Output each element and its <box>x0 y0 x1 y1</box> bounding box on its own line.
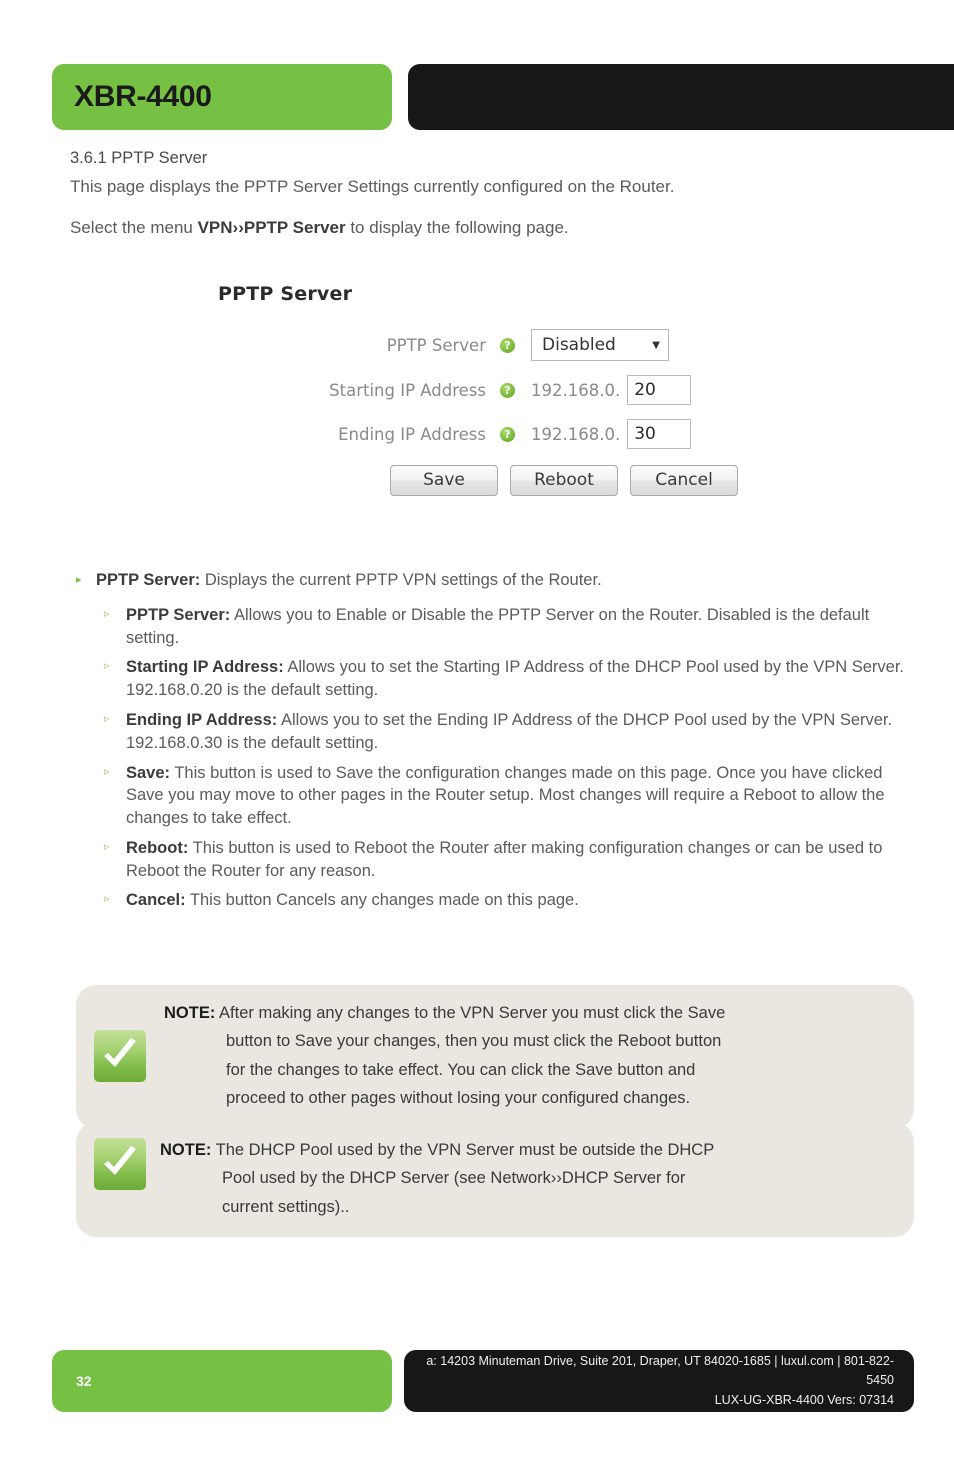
note-line-text: proceed to other pages without losing yo… <box>226 1089 691 1108</box>
description-list: ▸ PPTP Server: Displays the current PPTP… <box>76 570 921 919</box>
note-line-text: The DHCP Pool used by the VPN Server mus… <box>211 1141 715 1159</box>
note-box: NOTE: The DHCP Pool used by the VPN Serv… <box>76 1122 914 1238</box>
sub-bullet-marker-icon: ▹ <box>104 893 110 906</box>
router-panel-heading: PPTP Server <box>218 283 353 305</box>
form-row-starting-ip: Starting IP Address ? 192.168.0. 20 <box>218 375 738 405</box>
router-form-buttons: Save Reboot Cancel <box>390 465 738 496</box>
sub-bullet-marker-icon: ▹ <box>104 660 110 673</box>
list-item-description: Displays the current PPTP VPN settings o… <box>200 571 602 589</box>
starting-ip-prefix: 192.168.0. <box>531 380 621 400</box>
note-line-text: current settings).. <box>222 1197 350 1216</box>
list-item-description: This button is used to Reboot the Router… <box>126 838 883 880</box>
note-line-text: for the changes to take effect. You can … <box>226 1060 696 1079</box>
list-item-text: Ending IP Address: Allows you to set the… <box>126 709 921 755</box>
field-label-pptp-server: PPTP Server <box>386 335 486 355</box>
list-item-text: PPTP Server: Displays the current PPTP V… <box>96 570 921 592</box>
list-item-term: Reboot: <box>126 838 189 857</box>
list-item-term: Ending IP Address: <box>126 711 278 729</box>
intro-section: 3.6.1 PPTP Server This page displays the… <box>70 148 900 258</box>
list-item: ▹ Ending IP Address: Allows you to set t… <box>76 709 921 755</box>
list-item-term: Starting IP Address: <box>126 658 284 677</box>
reboot-button[interactable]: Reboot <box>510 465 618 496</box>
intro-paragraph-2-prefix: Select the menu <box>70 218 198 238</box>
pptp-server-select-value: Disabled <box>542 335 616 355</box>
note-box: NOTE: After making any changes to the VP… <box>76 985 914 1129</box>
list-item: ▹ Starting IP Address: Allows you to set… <box>76 656 921 702</box>
field-label-starting-ip: Starting IP Address <box>329 380 486 400</box>
note-label: NOTE: <box>164 1004 216 1022</box>
list-item-top: ▸ PPTP Server: Displays the current PPTP… <box>76 570 921 592</box>
list-item-text: PPTP Server: Allows you to Enable or Dis… <box>126 604 921 650</box>
note-text: NOTE: After making any changes to the VP… <box>158 999 892 1113</box>
list-item-text: Starting IP Address: Allows you to set t… <box>126 656 921 702</box>
header-black-bar <box>408 64 954 130</box>
checkmark-icon <box>94 1138 146 1190</box>
note-line-text: button to Save your changes, then you mu… <box>226 1032 722 1051</box>
bullet-marker-icon: ▸ <box>76 574 82 586</box>
sub-bullet-marker-icon: ▹ <box>104 765 110 778</box>
list-item-term: Save: <box>126 763 171 782</box>
help-icon[interactable]: ? <box>500 337 515 353</box>
note-label: NOTE: <box>160 1141 212 1159</box>
list-item-description: This button is used to Save the configur… <box>126 763 885 828</box>
list-item-term: Cancel: <box>126 891 186 910</box>
footer-page-badge: 32 <box>52 1350 392 1412</box>
note-line-text: Pool used by the DHCP Server (see Networ… <box>222 1169 686 1188</box>
header-green-bar: XBR-4400 <box>52 64 392 130</box>
chevron-down-icon: ▼ <box>652 339 660 351</box>
list-item: ▹ Reboot: This button is used to Reboot … <box>76 837 921 883</box>
note-line-text: After making any changes to the VPN Serv… <box>215 1004 726 1022</box>
starting-ip-input[interactable]: 20 <box>627 375 692 405</box>
sub-bullet-marker-icon: ▹ <box>104 713 110 725</box>
note-first-line: NOTE: After making any changes to the VP… <box>164 999 892 1027</box>
intro-paragraph-1: This page displays the PPTP Server Setti… <box>70 177 675 197</box>
section-heading: 3.6.1 PPTP Server <box>70 149 208 167</box>
list-item-description: This button Cancels any changes made on … <box>185 891 579 910</box>
list-item-term: PPTP Server: <box>126 605 231 624</box>
list-item: ▹ PPTP Server: Allows you to Enable or D… <box>76 604 921 650</box>
footer-contact-bar: a: 14203 Minuteman Drive, Suite 201, Dra… <box>404 1350 914 1412</box>
list-item: ▹ Save: This button is used to Save the … <box>76 762 921 830</box>
list-item-term: PPTP Server: <box>96 571 201 589</box>
list-item-text: Cancel: This button Cancels any changes … <box>126 889 921 912</box>
cancel-button[interactable]: Cancel <box>630 465 738 496</box>
intro-paragraph-2-suffix: to display the following page. <box>345 218 569 238</box>
help-icon[interactable]: ? <box>500 382 515 398</box>
footer-address: a: 14203 Minuteman Drive, Suite 201, Dra… <box>426 1353 894 1388</box>
checkmark-icon <box>94 1029 146 1082</box>
page-header: XBR-4400 <box>52 64 954 130</box>
sub-bullet-marker-icon: ▹ <box>104 840 110 853</box>
form-row-pptp-server: PPTP Server ? Disabled ▼ <box>218 329 738 361</box>
product-title: XBR-4400 <box>74 80 212 113</box>
ending-ip-input[interactable]: 30 <box>627 419 692 449</box>
intro-paragraph-2: Select the menu VPN››PPTP Server to disp… <box>70 217 900 240</box>
note-text: NOTE: The DHCP Pool used by the VPN Serv… <box>158 1136 892 1221</box>
footer-document-id: LUX-UG-XBR-4400 Vers: 07314 <box>714 1392 894 1407</box>
note-first-line: NOTE: The DHCP Pool used by the VPN Serv… <box>160 1136 892 1164</box>
list-item-text: Save: This button is used to Save the co… <box>126 762 921 830</box>
list-item: ▹ Cancel: This button Cancels any change… <box>76 889 921 912</box>
pptp-server-select[interactable]: Disabled ▼ <box>531 329 669 361</box>
form-row-ending-ip: Ending IP Address ? 192.168.0. 30 <box>218 419 738 449</box>
ending-ip-prefix: 192.168.0. <box>531 424 621 444</box>
menu-path-label: VPN››PPTP Server <box>197 218 346 238</box>
router-ui-screenshot: PPTP Server PPTP Server ? Disabled ▼ Sta… <box>218 283 738 496</box>
field-label-ending-ip: Ending IP Address <box>338 424 486 444</box>
list-item-description: Allows you to Enable or Disable the PPTP… <box>126 605 870 647</box>
list-item-text: Reboot: This button is used to Reboot th… <box>126 837 921 883</box>
sub-bullet-marker-icon: ▹ <box>104 607 110 620</box>
help-icon[interactable]: ? <box>500 426 515 442</box>
save-button[interactable]: Save <box>390 465 498 496</box>
page-number: 32 <box>76 1373 92 1389</box>
